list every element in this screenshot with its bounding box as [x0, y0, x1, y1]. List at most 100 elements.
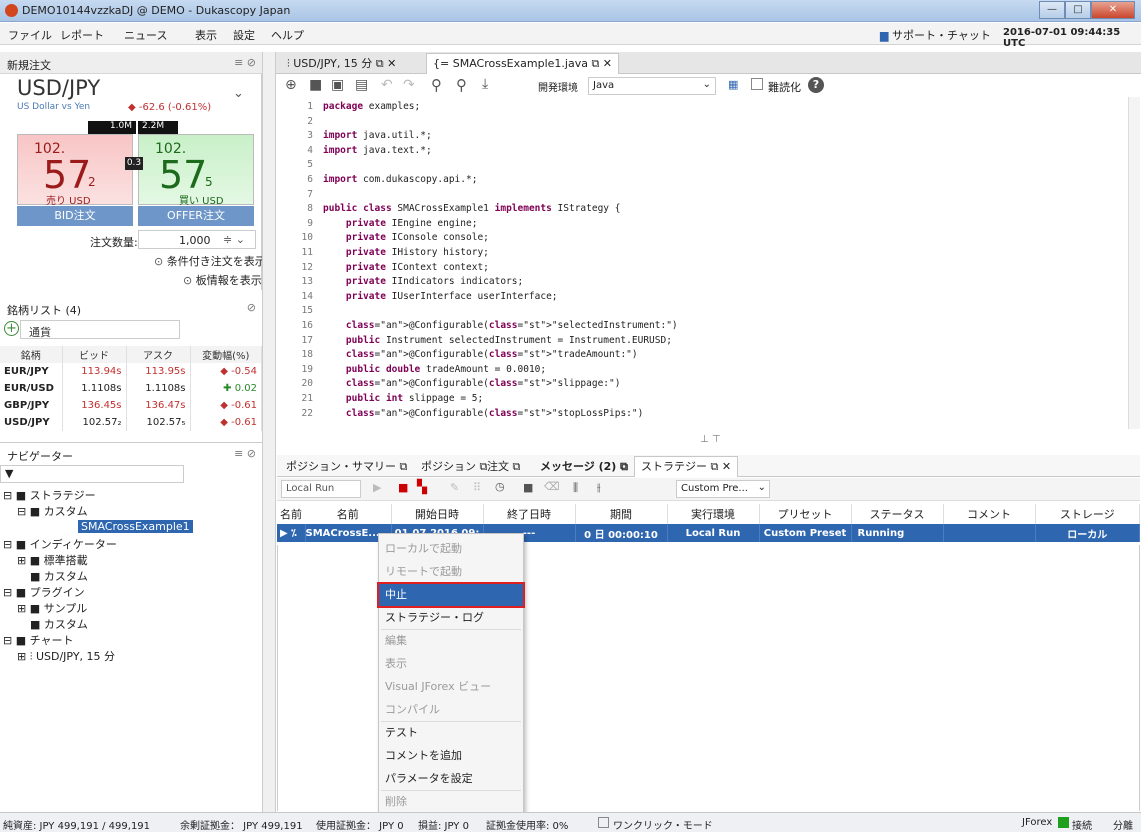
close-button[interactable]: ✕ — [1091, 1, 1135, 19]
col-ask[interactable]: アスク — [126, 346, 191, 363]
save-icon[interactable]: ▣ — [331, 77, 344, 93]
context-menu-item[interactable]: Visual JForex ビュー — [379, 676, 523, 698]
tree-indicator-custom[interactable]: ■ カスタム — [30, 568, 88, 584]
params-icon[interactable]: ⠿ — [473, 481, 481, 494]
order-book-link[interactable]: ⊙ 板情報を表示 — [183, 272, 262, 288]
menu-file[interactable]: ファイル — [8, 27, 52, 43]
context-menu-item[interactable]: コンパイル — [379, 699, 523, 721]
context-menu-item[interactable]: 中止 — [377, 582, 525, 608]
context-menu-item[interactable]: 編集 — [379, 630, 523, 652]
left-splitter[interactable] — [262, 52, 276, 812]
sliders-icon[interactable]: ⫲ — [597, 481, 601, 495]
chart-view-icon[interactable]: ⫼ — [573, 481, 578, 495]
col-comment[interactable]: コメント — [943, 504, 1036, 524]
oneclick-checkbox[interactable] — [598, 817, 609, 828]
tree-charts[interactable]: ⊟ ■ チャート — [3, 632, 74, 648]
delete-icon[interactable]: ⌫ — [544, 480, 560, 493]
run-mode-select[interactable]: Local Run — [281, 480, 361, 498]
tab-strategies[interactable]: ストラテジー ⧉ ✕ — [634, 456, 739, 477]
new-file-icon[interactable]: ⊕ — [285, 77, 297, 93]
col-env[interactable]: 実行環境 — [667, 504, 760, 524]
tree-sma-cross[interactable]: SMACrossExample1 — [78, 520, 193, 533]
menu-report[interactable]: レポート — [60, 27, 104, 43]
panel-settings-icon[interactable]: ⊘ — [247, 301, 256, 314]
tab-chart-usdjpy[interactable]: ⫶ USD/JPY, 15 分 ⧉ ✕ — [280, 53, 403, 74]
compile-icon[interactable]: ▦ — [728, 78, 738, 91]
col-symbol[interactable]: 銘柄 — [0, 346, 63, 363]
tab-messages[interactable]: メッセージ (2) ⧉ — [533, 456, 635, 477]
col-bid[interactable]: ビッド — [62, 346, 127, 363]
editor-scrollbar[interactable] — [1128, 97, 1140, 429]
menu-view[interactable]: 表示 — [195, 27, 217, 43]
open-folder-icon[interactable]: ■ — [309, 77, 322, 93]
minimize-button[interactable]: — — [1039, 1, 1065, 19]
ask-price-box[interactable]: 102. 57 5 買い USD — [138, 134, 254, 207]
table-row[interactable]: GBP/JPY 136.45s 136.47s ◆ -0.61 — [0, 397, 262, 414]
row-expand-icon[interactable]: ▶ ⁒ — [277, 524, 306, 542]
panel-menu-icon[interactable]: ≡ ⊘ — [234, 447, 256, 460]
tree-plugin-custom[interactable]: ■ カスタム — [30, 616, 88, 632]
undo-icon[interactable]: ↶ — [381, 77, 393, 93]
context-menu-item[interactable]: 表示 — [379, 653, 523, 675]
table-row[interactable]: USD/JPY 102.57₂ 102.57₅ ◆ -0.61 — [0, 414, 262, 431]
table-row[interactable]: EUR/USD 1.1108s 1.1108s ✚ 0.02 — [0, 380, 262, 397]
bid-order-button[interactable]: BID注文 — [17, 206, 133, 226]
context-menu-item[interactable]: パラメータを設定 — [379, 768, 523, 790]
schedule-icon[interactable]: ◷ — [495, 480, 505, 493]
replace-icon[interactable]: ⚲ — [456, 76, 467, 94]
env-select[interactable]: Java ⌄ — [588, 77, 716, 95]
navigator-filter-input[interactable]: ▼ — [0, 465, 184, 483]
instrument-name[interactable]: USD/JPY — [17, 76, 100, 100]
context-menu-item[interactable]: テスト — [379, 722, 523, 744]
context-menu-item[interactable]: リモートで起動 — [379, 561, 523, 583]
help-icon[interactable]: ? — [808, 77, 824, 93]
tree-plugins[interactable]: ⊟ ■ プラグイン — [3, 584, 85, 600]
col-end[interactable]: 終了日時 — [483, 504, 576, 524]
instrument-dropdown-icon[interactable]: ⌄ — [233, 86, 244, 101]
col-status[interactable]: ステータス — [851, 504, 944, 524]
preset-select[interactable]: Custom Pre... ⌄ — [676, 480, 770, 498]
col-name[interactable]: 名前 — [277, 504, 305, 524]
col-preset[interactable]: プリセット — [759, 504, 852, 524]
play-icon[interactable]: ▶ — [373, 481, 381, 494]
folder-icon[interactable]: ■ — [523, 481, 533, 494]
context-menu-item[interactable]: ストラテジー・ログ — [379, 607, 523, 629]
redo-icon[interactable]: ↷ — [403, 77, 415, 93]
splitter-arrows-icon[interactable]: ⊥ ⊤ — [700, 434, 721, 445]
tree-indicator-std[interactable]: ⊞ ■ 標準搭載 — [17, 552, 88, 568]
context-menu-item[interactable]: ローカルで起動 — [379, 538, 523, 560]
cond-order-link[interactable]: ⊙ 条件付き注文を表示 — [154, 253, 266, 269]
qty-input[interactable]: 1,000 ≑ ⌄ — [138, 230, 256, 249]
qty-stepper-icon[interactable]: ≑ ⌄ — [223, 233, 245, 246]
offer-order-button[interactable]: OFFER注文 — [138, 206, 254, 226]
tab-position-summary[interactable]: ポジション・サマリー ⧉ — [279, 456, 414, 477]
context-menu-item[interactable]: 削除 — [379, 791, 523, 813]
tree-strategy-custom[interactable]: ⊟ ■ カスタム — [17, 503, 88, 519]
tree-indicators[interactable]: ⊟ ■ インディケーター — [3, 536, 117, 552]
bid-price-box[interactable]: 102. 57 2 売り USD — [17, 134, 133, 207]
col-start[interactable]: 開始日時 — [391, 504, 484, 524]
download-icon[interactable]: ⤓ — [482, 76, 488, 92]
menu-settings[interactable]: 設定 — [233, 27, 255, 43]
tree-plugin-sample[interactable]: ⊞ ■ サンプル — [17, 600, 87, 616]
col-duration[interactable]: 期間 — [575, 504, 668, 524]
menu-news[interactable]: ニュース — [124, 27, 167, 43]
tab-orders[interactable]: 注文 ⧉ — [480, 456, 527, 477]
menu-help[interactable]: ヘルプ — [271, 27, 304, 43]
edit-icon[interactable]: ✎ — [450, 481, 459, 494]
tree-chart-usdjpy[interactable]: ⊞ ⫶ USD/JPY, 15 分 — [17, 648, 115, 664]
col-change[interactable]: 変動幅(%) — [190, 346, 262, 363]
context-menu-item[interactable]: コメントを追加 — [379, 745, 523, 767]
save-as-icon[interactable]: ▤ — [355, 77, 368, 93]
maximize-button[interactable]: □ — [1065, 1, 1091, 19]
panel-menu-icon[interactable]: ≡ ⊘ — [234, 56, 256, 69]
tab-java-file[interactable]: {= SMACrossExample1.java ⧉ ✕ — [426, 53, 620, 74]
table-row[interactable]: EUR/JPY 113.94s 113.95s ◆ -0.54 — [0, 363, 262, 380]
col-storage[interactable]: ストレージ — [1035, 504, 1140, 524]
col-name[interactable]: 名前 — [305, 504, 392, 524]
code-editor[interactable]: 1 package examples; 2 3 import java.util.*; 4… — [283, 97, 1128, 429]
obfuscate-checkbox[interactable] — [751, 78, 763, 90]
pause-icon[interactable]: ▚ — [417, 480, 427, 495]
search-icon[interactable]: ⚲ — [431, 76, 442, 94]
stop-icon[interactable]: ■ — [398, 481, 408, 494]
